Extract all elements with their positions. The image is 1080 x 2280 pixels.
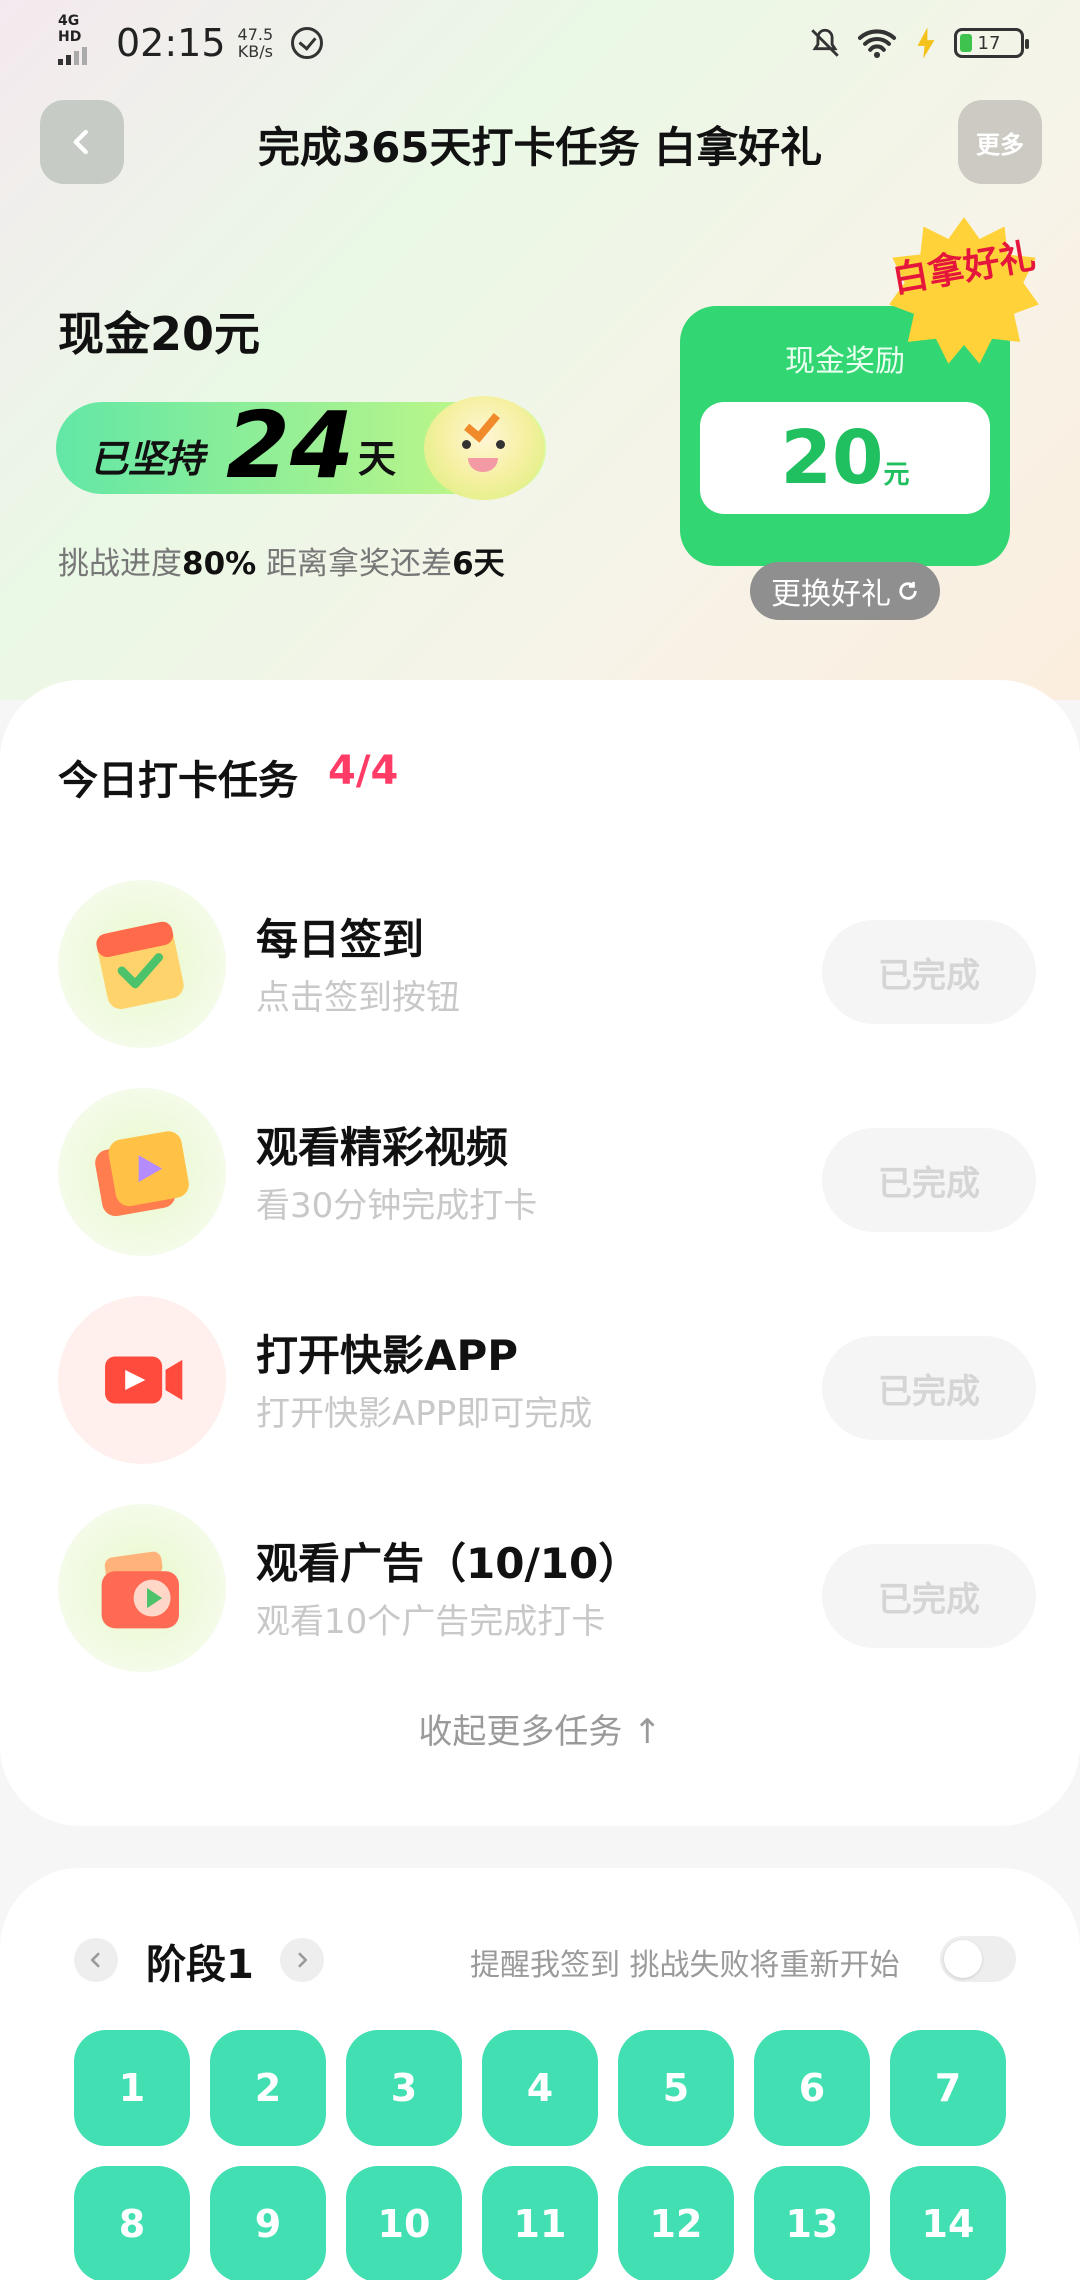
- task-title: 观看精彩视频: [256, 1123, 509, 1172]
- task-subtitle: 观看10个广告完成打卡: [256, 1602, 606, 1642]
- speed-unit: KB/s: [237, 42, 273, 61]
- progress-value: 80%: [182, 546, 257, 582]
- swap-gift-button[interactable]: 更换好礼: [750, 562, 940, 620]
- tasks-count: 4/4: [328, 748, 399, 794]
- mascot-icon: [424, 396, 544, 500]
- swap-label: 更换好礼: [771, 577, 891, 612]
- day-cell[interactable]: 3: [346, 2030, 462, 2146]
- task-complete-button[interactable]: 已完成: [822, 920, 1036, 1024]
- reward-unit: 元: [883, 460, 910, 490]
- day-cell[interactable]: 6: [754, 2030, 870, 2146]
- day-cell[interactable]: 10: [346, 2166, 462, 2280]
- video-camera-icon: [58, 1296, 226, 1464]
- toggle-knob: [944, 1940, 982, 1978]
- task-subtitle: 打开快影APP即可完成: [256, 1394, 593, 1434]
- task-complete-button[interactable]: 已完成: [822, 1544, 1036, 1648]
- next-stage-button[interactable]: [280, 1938, 324, 1982]
- streak-prefix: 已坚持: [90, 437, 205, 481]
- chevron-right-icon: [298, 1952, 308, 1968]
- progress-label: 挑战进度: [58, 546, 182, 582]
- task-subtitle: 点击签到按钮: [256, 978, 460, 1018]
- streak-days: 24: [226, 392, 355, 499]
- task-row: 打开快影APP 打开快影APP即可完成 已完成: [0, 1296, 1080, 1466]
- day-cell[interactable]: 14: [890, 2166, 1006, 2280]
- task-title: 打开快影APP: [256, 1331, 519, 1380]
- charging-icon: [917, 27, 935, 59]
- remaining-label: 距离拿奖还差: [266, 546, 453, 582]
- remaining-value: 6天: [452, 546, 505, 582]
- goal-title: 现金20元: [58, 307, 261, 361]
- task-row: 观看精彩视频 看30分钟完成打卡 已完成: [0, 1088, 1080, 1258]
- status-icons: 17: [808, 26, 1029, 60]
- network-label: 4G HD: [58, 13, 82, 45]
- task-row: 观看广告（10/10） 观看10个广告完成打卡 已完成: [0, 1504, 1080, 1674]
- battery-icon: 17: [954, 28, 1029, 58]
- day-cell[interactable]: 5: [618, 2030, 734, 2146]
- day-cell[interactable]: 7: [890, 2030, 1006, 2146]
- ad-gift-icon: [58, 1504, 226, 1672]
- remind-text: 提醒我签到 挑战失败将重新开始: [470, 1948, 900, 1983]
- app-notification-icon: [291, 27, 324, 59]
- reward-amount: 20: [780, 415, 884, 501]
- task-title: 每日签到: [256, 915, 425, 964]
- battery-level: 17: [977, 32, 1001, 54]
- task-title: 观看广告（10/10）: [256, 1539, 641, 1588]
- network-indicator: 4G HD: [58, 13, 106, 65]
- gift-badge: 白拿好礼: [886, 214, 1042, 370]
- mute-bell-icon: [811, 28, 839, 57]
- streak-pill: 已坚持 24 天: [56, 392, 546, 500]
- calendar-check-icon: [58, 880, 226, 1048]
- stage-card: 阶段1 提醒我签到 挑战失败将重新开始 1 2 3 4 5 6 7 8 9 10…: [0, 1868, 1080, 2280]
- clock: 02:15: [116, 21, 226, 65]
- prev-stage-button[interactable]: [74, 1938, 118, 1982]
- day-cell[interactable]: 12: [618, 2166, 734, 2280]
- task-row: 每日签到 点击签到按钮 已完成: [0, 880, 1080, 1050]
- day-cell[interactable]: 1: [74, 2030, 190, 2146]
- status-bar: 4G HD 02:15 47.5 KB/s 17: [0, 0, 1080, 86]
- refresh-icon: [899, 581, 917, 600]
- day-cell[interactable]: 8: [74, 2166, 190, 2280]
- daily-tasks-card: 今日打卡任务 4/4 每日签到 点击签到按钮 已完成 观看精彩视频 看30分钟完…: [0, 680, 1080, 1826]
- network-speed: 47.5 KB/s: [238, 26, 274, 60]
- day-grid: 1 2 3 4 5 6 7 8 9 10 11 12 13 14: [74, 2030, 1014, 2280]
- page-header: 完成365天打卡任务 白拿好礼 更多: [0, 100, 1080, 184]
- day-cell[interactable]: 9: [210, 2166, 326, 2280]
- day-cell[interactable]: 11: [482, 2166, 598, 2280]
- streak-suffix: 天: [358, 437, 397, 481]
- wifi-icon: [857, 29, 897, 58]
- task-complete-button[interactable]: 已完成: [822, 1128, 1036, 1232]
- stage-label: 阶段1: [146, 1942, 254, 1988]
- tasks-header: 今日打卡任务: [58, 758, 298, 804]
- remind-toggle[interactable]: [940, 1936, 1016, 1982]
- day-cell[interactable]: 13: [754, 2166, 870, 2280]
- day-cell[interactable]: 2: [210, 2030, 326, 2146]
- task-subtitle: 看30分钟完成打卡: [256, 1186, 538, 1226]
- signal-icon: [58, 47, 106, 65]
- collapse-tasks-button[interactable]: 收起更多任务 ↑: [0, 1704, 1080, 1753]
- day-cell[interactable]: 4: [482, 2030, 598, 2146]
- task-complete-button[interactable]: 已完成: [822, 1336, 1036, 1440]
- page-title: 完成365天打卡任务 白拿好礼: [257, 123, 823, 172]
- reward-amount-box: 20元: [700, 402, 990, 514]
- progress-text: 挑战进度80% 距离拿奖还差6天: [58, 538, 505, 583]
- speed-value: 47.5: [237, 25, 274, 44]
- chevron-left-icon: [90, 1952, 100, 1968]
- more-button[interactable]: 更多: [958, 100, 1042, 184]
- video-play-icon: [58, 1088, 226, 1256]
